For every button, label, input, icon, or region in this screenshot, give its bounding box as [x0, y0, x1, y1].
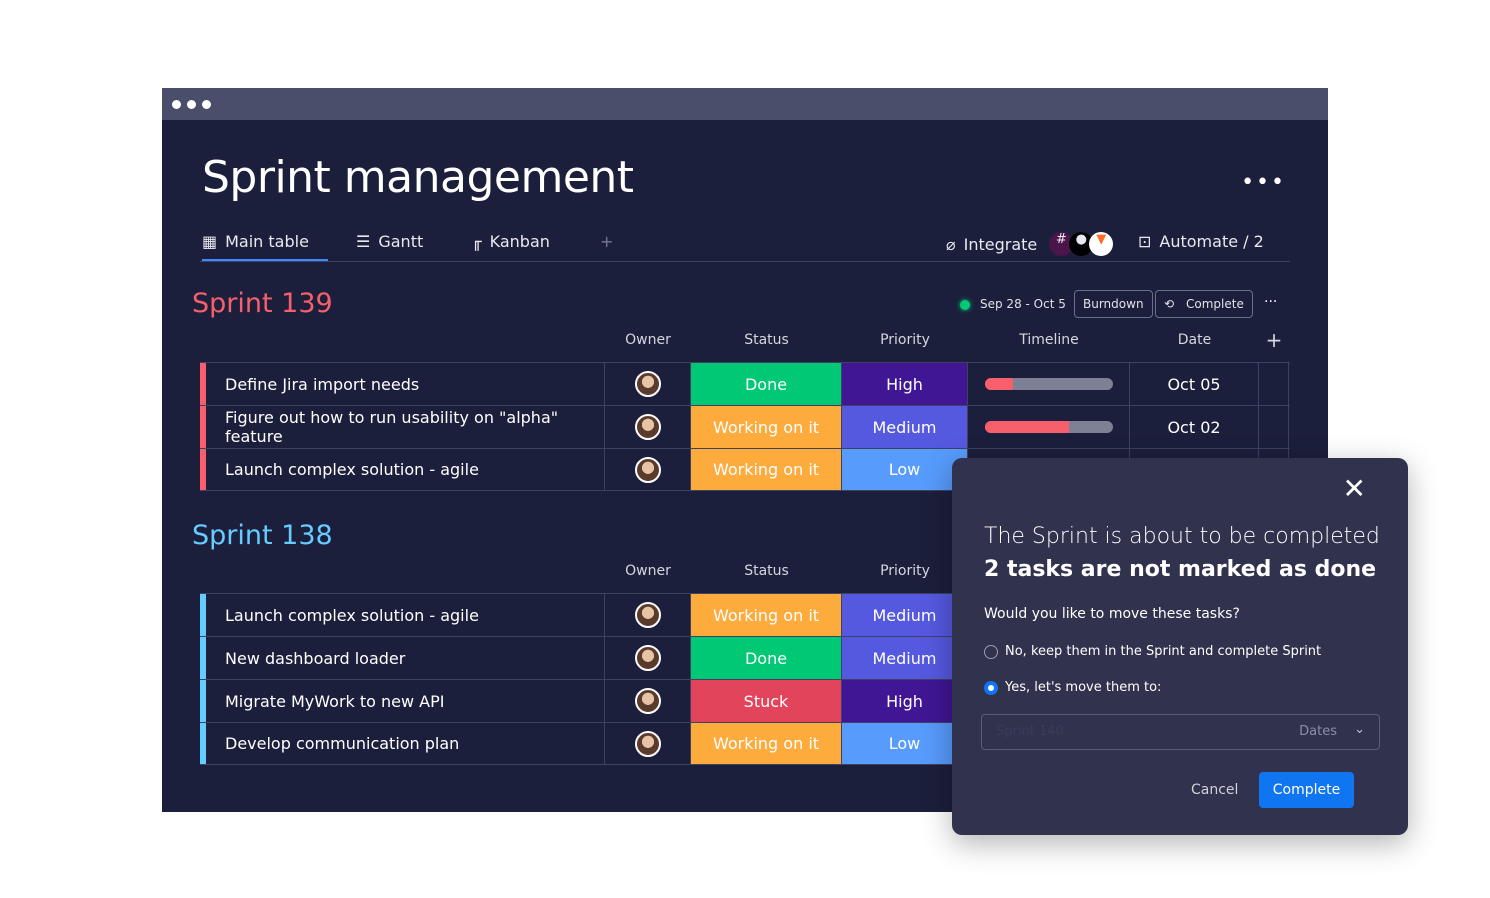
refresh-icon: ⟲ [1164, 297, 1175, 311]
tab-main-table[interactable]: ▦ Main table [202, 232, 328, 261]
table-row[interactable]: Figure out how to run usability on "alph… [200, 405, 1290, 448]
priority-cell[interactable]: Medium [842, 637, 968, 679]
priority-cell[interactable]: Medium [842, 406, 968, 448]
column-header-owner: Owner [625, 332, 671, 348]
complete-button[interactable]: Complete [1259, 772, 1354, 808]
page-title: Sprint management [202, 152, 634, 203]
integrate-icon: ⌀ [946, 234, 956, 254]
column-header-status: Status [744, 563, 789, 579]
priority-cell[interactable]: Medium [842, 594, 968, 636]
timeline-bar [984, 421, 1113, 433]
avatar [634, 602, 661, 628]
column-header-timeline: Timeline [1019, 332, 1079, 348]
cancel-button[interactable]: Cancel [1191, 782, 1238, 798]
date-cell[interactable]: Oct 05 [1130, 363, 1259, 405]
burndown-button[interactable]: Burndown [1074, 290, 1153, 318]
kanban-icon: ╓ [472, 232, 482, 251]
column-header-date: Date [1177, 332, 1212, 348]
date-cell[interactable]: Oct 02 [1130, 406, 1259, 448]
item-name[interactable]: New dashboard loader [206, 637, 605, 679]
column-header-priority: Priority [880, 563, 930, 579]
radio-icon [984, 644, 998, 659]
owner-cell[interactable] [605, 449, 691, 490]
status-cell[interactable]: Working on it [691, 449, 842, 490]
avatar [634, 730, 661, 757]
status-cell[interactable]: Stuck [691, 680, 842, 722]
window-dot[interactable] [187, 100, 196, 109]
tab-gantt[interactable]: ☰ Gantt [356, 232, 423, 251]
gantt-icon: ☰ [356, 232, 371, 251]
sprint-select[interactable]: Sprint 140 Dates ⌄ [981, 714, 1380, 750]
status-dot [960, 300, 970, 310]
avatar [634, 688, 661, 714]
owner-cell[interactable] [605, 723, 691, 764]
priority-cell[interactable]: High [842, 680, 968, 722]
gitlab-icon: ▼ [1089, 232, 1114, 256]
integrate-button[interactable]: ⌀ Integrate # ● ▼ [946, 232, 1114, 256]
add-view-button[interactable]: + [600, 232, 613, 251]
extra-cell [1259, 406, 1289, 448]
window-dot[interactable] [172, 100, 181, 109]
priority-cell[interactable]: High [842, 363, 968, 405]
group-more-button[interactable]: ··· [1264, 294, 1277, 310]
item-name[interactable]: Develop communication plan [206, 723, 605, 764]
group-title[interactable]: Sprint 139 [192, 288, 333, 319]
table-icon: ▦ [202, 232, 218, 251]
window-dot[interactable] [202, 100, 211, 109]
dialog-subtitle: 2 tasks are not marked as done [984, 557, 1377, 582]
close-icon[interactable]: ✕ [1343, 472, 1366, 505]
priority-cell[interactable]: Low [842, 723, 968, 764]
radio-selected-icon [984, 680, 998, 695]
dialog-title: The Sprint is about to be completed [984, 524, 1380, 549]
option-move-radio[interactable]: Yes, let's move them to: [984, 680, 1161, 695]
timeline-bar [984, 378, 1113, 390]
status-cell[interactable]: Working on it [691, 594, 842, 636]
avatar [634, 371, 661, 397]
owner-cell[interactable] [605, 363, 691, 405]
add-column-button[interactable]: + [1259, 328, 1289, 352]
status-cell[interactable]: Done [691, 637, 842, 679]
item-name[interactable]: Figure out how to run usability on "alph… [206, 406, 605, 448]
tab-kanban[interactable]: ╓ Kanban [472, 232, 550, 251]
avatar [634, 414, 661, 440]
window-titlebar [162, 88, 1328, 120]
avatar [634, 645, 661, 671]
board-more-button[interactable]: ••• [1241, 170, 1286, 195]
complete-sprint-dialog: ✕ The Sprint is about to be completed 2 … [952, 458, 1408, 835]
item-name[interactable]: Define Jira import needs [206, 363, 605, 405]
owner-cell[interactable] [605, 594, 691, 636]
timeline-cell[interactable] [968, 406, 1130, 448]
timeline-cell[interactable] [968, 363, 1130, 405]
item-name[interactable]: Launch complex solution - agile [206, 594, 605, 636]
owner-cell[interactable] [605, 637, 691, 679]
dialog-question: Would you like to move these tasks? [984, 606, 1240, 622]
automate-button[interactable]: ⊡ Automate / 2 [1138, 232, 1264, 251]
chevron-down-icon: ⌄ [1354, 722, 1365, 737]
item-name[interactable]: Launch complex solution - agile [206, 449, 605, 490]
owner-cell[interactable] [605, 680, 691, 722]
column-header-priority: Priority [880, 332, 930, 348]
table-row[interactable]: Define Jira import needs Done High Oct 0… [200, 362, 1290, 405]
owner-cell[interactable] [605, 406, 691, 448]
avatar [634, 456, 661, 483]
robot-icon: ⊡ [1138, 232, 1152, 251]
priority-cell[interactable]: Low [842, 449, 968, 490]
status-cell[interactable]: Done [691, 363, 842, 405]
group-title[interactable]: Sprint 138 [192, 520, 333, 551]
complete-sprint-button[interactable]: ⟲ Complete [1155, 290, 1253, 318]
extra-cell [1259, 363, 1289, 405]
column-header-status: Status [744, 332, 789, 348]
view-tabs: ▦ Main table ☰ Gantt ╓ Kanban + ⌀ Integrate … [200, 228, 1290, 262]
column-header-owner: Owner [625, 563, 671, 579]
status-cell[interactable]: Working on it [691, 406, 842, 448]
item-name[interactable]: Migrate MyWork to new API [206, 680, 605, 722]
sprint-dates: Sep 28 - Oct 5 [980, 297, 1066, 311]
option-keep-radio[interactable]: No, keep them in the Sprint and complete… [984, 644, 1321, 659]
status-cell[interactable]: Working on it [691, 723, 842, 764]
